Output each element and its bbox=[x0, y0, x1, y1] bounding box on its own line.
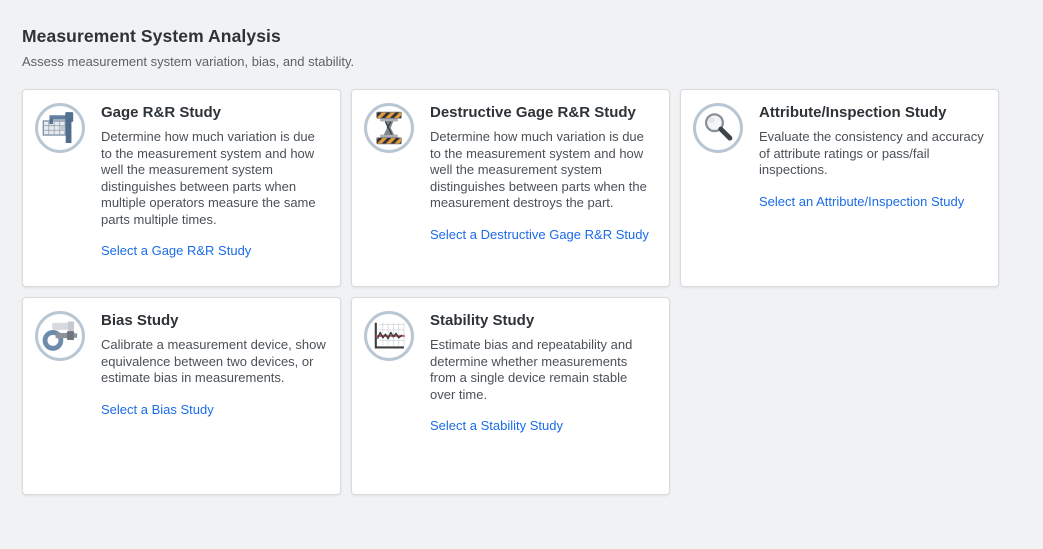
card-description: Determine how much variation is due to t… bbox=[101, 129, 326, 228]
micrometer-icon bbox=[35, 311, 85, 361]
magnifier-icon bbox=[693, 103, 743, 153]
card-description: Calibrate a measurement device, show equ… bbox=[101, 337, 326, 387]
card-stability-study: Stability Study Estimate bias and repeat… bbox=[351, 297, 670, 495]
card-gage-rr-study: Gage R&R Study Determine how much variat… bbox=[22, 89, 341, 287]
card-description: Determine how much variation is due to t… bbox=[430, 129, 655, 212]
card-title: Attribute/Inspection Study bbox=[759, 104, 984, 121]
card-title: Stability Study bbox=[430, 312, 655, 329]
card-description: Estimate bias and repeatability and dete… bbox=[430, 337, 655, 403]
page-subtitle: Assess measurement system variation, bia… bbox=[22, 54, 1021, 69]
card-description: Evaluate the consistency and accuracy of… bbox=[759, 129, 984, 179]
card-attribute-inspection-study: Attribute/Inspection Study Evaluate the … bbox=[680, 89, 999, 287]
caliper-grid-icon bbox=[35, 103, 85, 153]
select-bias-study-link[interactable]: Select a Bias Study bbox=[101, 402, 214, 417]
select-gage-rr-study-link[interactable]: Select a Gage R&R Study bbox=[101, 243, 251, 258]
run-chart-icon bbox=[364, 311, 414, 361]
destructive-test-icon bbox=[364, 103, 414, 153]
page-title: Measurement System Analysis bbox=[22, 26, 1021, 47]
card-destructive-gage-rr-study: Destructive Gage R&R Study Determine how… bbox=[351, 89, 670, 287]
card-title: Destructive Gage R&R Study bbox=[430, 104, 655, 121]
card-title: Gage R&R Study bbox=[101, 104, 326, 121]
select-attribute-inspection-study-link[interactable]: Select an Attribute/Inspection Study bbox=[759, 194, 964, 209]
study-card-grid: Gage R&R Study Determine how much variat… bbox=[22, 89, 1021, 495]
measurement-system-analysis-page: Measurement System Analysis Assess measu… bbox=[0, 0, 1043, 495]
select-destructive-gage-rr-study-link[interactable]: Select a Destructive Gage R&R Study bbox=[430, 227, 649, 242]
select-stability-study-link[interactable]: Select a Stability Study bbox=[430, 418, 563, 433]
card-title: Bias Study bbox=[101, 312, 326, 329]
card-bias-study: Bias Study Calibrate a measurement devic… bbox=[22, 297, 341, 495]
